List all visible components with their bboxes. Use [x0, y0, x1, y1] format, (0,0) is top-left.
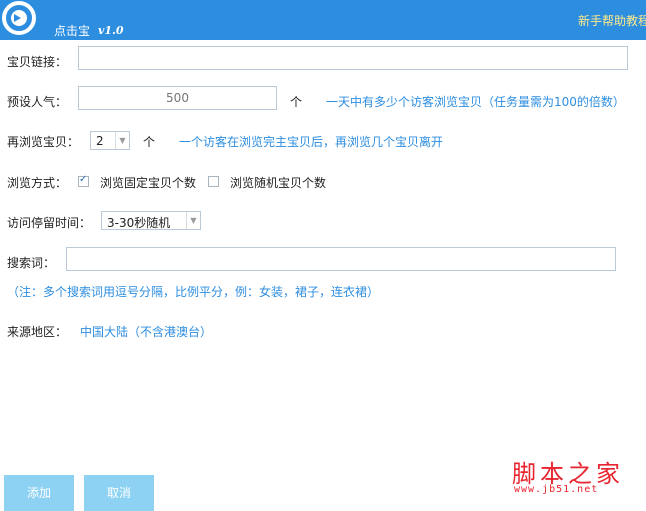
app-logo-icon: [0, 0, 38, 38]
browse-random-checkbox[interactable]: [208, 176, 219, 187]
source-region-label: 来源地区：: [7, 325, 68, 339]
stay-time-label: 访问停留时间：: [7, 216, 92, 230]
browse-mode-label: 浏览方式：: [7, 176, 68, 190]
popularity-input[interactable]: [78, 86, 277, 110]
cancel-button[interactable]: 取消: [84, 475, 154, 511]
keywords-input[interactable]: [66, 247, 616, 271]
stay-time-select[interactable]: 3-30秒随机 ▼: [101, 211, 201, 230]
add-button[interactable]: 添加: [4, 475, 74, 511]
chevron-down-icon: ▼: [186, 212, 200, 229]
rebrowse-value: 2: [96, 134, 104, 148]
popularity-unit: 个: [290, 95, 303, 109]
item-link-input[interactable]: [78, 46, 628, 70]
chevron-down-icon: ▼: [115, 132, 129, 149]
source-region-value[interactable]: 中国大陆（不含港澳台）: [80, 323, 212, 340]
popularity-label: 预设人气：: [7, 95, 68, 109]
keywords-note: （注：多个搜索词用逗号分隔，比例平分，例：女装，裙子，连衣裙）: [7, 285, 380, 299]
keywords-label: 搜索词：: [7, 256, 56, 270]
browse-random-label: 浏览随机宝贝个数: [230, 176, 327, 190]
rebrowse-hint: 一个访客在浏览完主宝贝后，再浏览几个宝贝离开: [179, 135, 444, 149]
rebrowse-label: 再浏览宝贝：: [7, 135, 80, 149]
app-name: 点击宝: [54, 24, 91, 38]
item-link-label: 宝贝链接：: [7, 55, 68, 69]
browse-fixed-checkbox[interactable]: [78, 174, 89, 187]
help-tutorial-link[interactable]: 新手帮助教程: [578, 12, 646, 29]
rebrowse-select[interactable]: 2 ▼: [90, 131, 130, 150]
browse-fixed-label: 浏览固定宝贝个数: [100, 176, 197, 190]
watermark-url: www.jb51.net: [514, 484, 599, 495]
stay-time-value: 3-30秒随机: [107, 216, 171, 230]
popularity-hint: 一天中有多少个访客浏览宝贝（任务量需为100的倍数）: [326, 95, 625, 109]
title-bar: 点击宝 v1.0 新手帮助教程: [0, 0, 646, 40]
app-version: v1.0: [98, 24, 124, 37]
rebrowse-unit: 个: [143, 135, 156, 149]
